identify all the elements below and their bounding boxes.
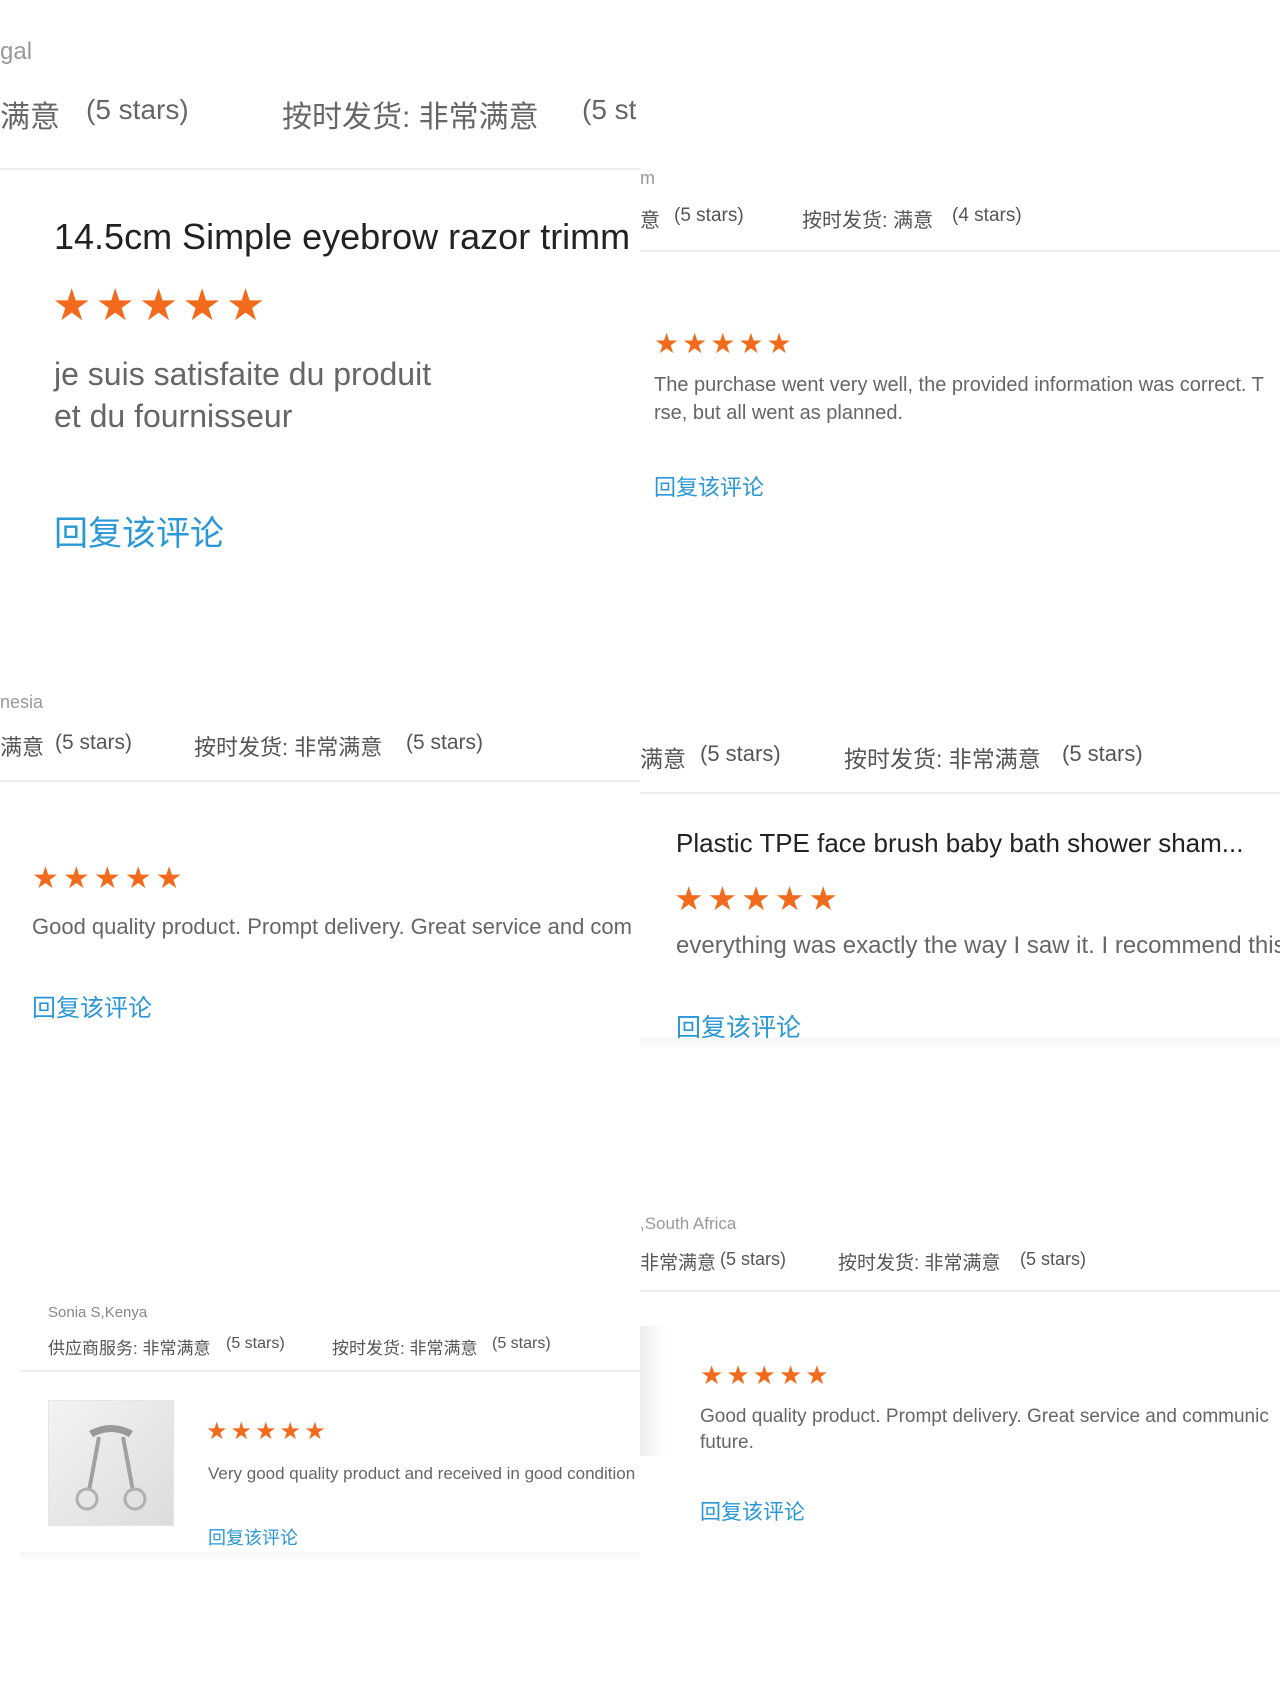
seller-service-rating: 满意 (0, 101, 60, 134)
shipping-rating: 按时发货: 非常满意 (844, 746, 1041, 772)
shipping-stars: (5 stars) (1020, 1249, 1087, 1269)
review-text-line-1: je suis satisfaite du produit (54, 356, 432, 392)
star-icon: ★ (682, 328, 708, 359)
star-rating: ★ ★ ★ ★ ★ (32, 864, 183, 894)
review-text-line-2: rse, but all went as planned. (654, 402, 904, 424)
seller-service-rating: 非常满意 (640, 1253, 717, 1274)
star-icon: ★ (62, 862, 90, 895)
panel-edge-shade (640, 1038, 1280, 1050)
star-rating: ★ ★ ★ ★ ★ (52, 284, 265, 328)
panel-edge-shade (20, 1552, 640, 1562)
review-text-line-1: Good quality product. Prompt delivery. G… (700, 1406, 1269, 1427)
review-text-line-1: Very good quality product and received i… (208, 1464, 636, 1483)
star-icon: ★ (155, 862, 183, 895)
shipping-stars: (5 stars) (1062, 741, 1143, 766)
star-icon: ★ (774, 880, 805, 917)
reviewer-country: gal (0, 38, 33, 65)
star-icon: ★ (808, 880, 838, 917)
review-panel-5: Sonia S,Kenya 供应商服务: 非常满意 (5 stars) 按时发货… (20, 1300, 640, 1580)
seller-service-stars: (5 stars) (720, 1249, 787, 1269)
reply-link[interactable]: 回复该评论 (54, 506, 224, 555)
seller-service-rating: 满意 (640, 746, 686, 772)
star-icon: ★ (95, 281, 135, 330)
seller-service-stars: (5 stars) (226, 1335, 285, 1352)
divider (0, 168, 640, 170)
eyelash-curler-icon (75, 1425, 147, 1511)
shipping-rating: 按时发货: 非常满意 (838, 1253, 1001, 1274)
star-rating: ★ ★ ★ ★ ★ (654, 330, 792, 358)
review-panel-3: nesia 满意 (5 stars) 按时发货: 非常满意 (5 stars) … (0, 680, 640, 1060)
shipping-stars: (5 st (582, 94, 637, 125)
star-rating: ★ ★ ★ ★ ★ (700, 1362, 829, 1388)
review-panel-6: ,South Africa 非常满意 (5 stars) 按时发货: 非常满意 … (640, 1210, 1280, 1530)
star-icon: ★ (225, 281, 266, 330)
star-icon: ★ (738, 328, 764, 359)
seller-service-stars: (5 stars) (86, 94, 189, 125)
image-edge-shade (640, 1326, 666, 1456)
review-text-line-1: Good quality product. Prompt delivery. G… (32, 914, 632, 939)
star-icon: ★ (710, 328, 736, 359)
star-icon: ★ (255, 1418, 277, 1445)
reply-link[interactable]: 回复该评论 (700, 1496, 805, 1526)
star-icon: ★ (206, 1418, 228, 1445)
star-icon: ★ (279, 1418, 302, 1445)
shipping-rating: 按时发货: 非常满意 (282, 101, 539, 134)
review-panel-4: 满意 (5 stars) 按时发货: 非常满意 (5 stars) Plasti… (640, 720, 1280, 1050)
reviewer-country: nesia (0, 692, 44, 712)
shipping-stars: (4 stars) (952, 205, 1022, 226)
divider (640, 1290, 1280, 1292)
star-icon: ★ (700, 1360, 724, 1390)
shipping-rating: 按时发货: 非常满意 (332, 1339, 478, 1358)
seller-service-stars: (5 stars) (674, 205, 744, 226)
star-icon: ★ (766, 328, 792, 359)
star-icon: ★ (230, 1418, 253, 1445)
star-icon: ★ (93, 862, 121, 895)
reviewer-country: ,South Africa (640, 1214, 737, 1233)
divider (0, 780, 640, 782)
star-icon: ★ (674, 880, 704, 917)
star-icon: ★ (726, 1360, 750, 1390)
reviewer-country: m (640, 168, 655, 188)
review-text-line-1: everything was exactly the way I saw it.… (676, 932, 1280, 959)
shipping-stars: (5 stars) (406, 731, 484, 754)
divider (640, 792, 1280, 794)
shipping-stars: (5 stars) (492, 1335, 551, 1352)
star-rating: ★ ★ ★ ★ ★ (674, 882, 838, 915)
review-collage: { "colors": { "star": "#f26b1d", "link":… (0, 0, 1280, 1707)
review-panel-1: gal 满意 (5 stars) 按时发货: 非常满意 (5 st 14.5cm… (0, 0, 640, 600)
seller-service-stars: (5 stars) (55, 731, 133, 754)
star-icon: ★ (654, 328, 680, 359)
star-icon: ★ (778, 1360, 803, 1390)
product-title[interactable]: 14.5cm Simple eyebrow razor trimm (54, 216, 630, 258)
seller-service-rating: 意 (640, 210, 660, 232)
review-text-line-2: future. (700, 1432, 754, 1453)
star-icon: ★ (805, 1360, 829, 1390)
star-icon: ★ (707, 880, 738, 917)
seller-service-rating: 供应商服务: 非常满意 (48, 1339, 211, 1358)
star-icon: ★ (304, 1418, 326, 1445)
product-title[interactable]: Plastic TPE face brush baby bath shower … (676, 828, 1243, 859)
reply-link[interactable]: 回复该评论 (208, 1524, 298, 1550)
reply-link[interactable]: 回复该评论 (32, 988, 152, 1023)
seller-service-rating: 满意 (0, 735, 45, 760)
shipping-rating: 按时发货: 非常满意 (194, 735, 383, 760)
star-icon: ★ (741, 880, 771, 917)
review-panel-2: m 意 (5 stars) 按时发货: 满意 (4 stars) ★ ★ ★ ★ ★ T… (640, 160, 1280, 600)
star-icon: ★ (138, 281, 179, 330)
star-icon: ★ (752, 1360, 776, 1390)
star-icon: ★ (52, 281, 92, 330)
star-icon: ★ (32, 862, 59, 895)
divider (20, 1370, 640, 1372)
review-text-line-2: et du fournisseur (54, 398, 293, 434)
product-thumbnail[interactable] (48, 1400, 174, 1526)
star-icon: ★ (124, 862, 152, 895)
seller-service-stars: (5 stars) (700, 741, 781, 766)
shipping-rating: 按时发货: 满意 (802, 210, 934, 232)
reply-link[interactable]: 回复该评论 (654, 470, 764, 502)
reviewer-name: Sonia S,Kenya (48, 1304, 148, 1321)
divider (640, 250, 1280, 252)
review-text-line-1: The purchase went very well, the provide… (654, 374, 1264, 396)
star-icon: ★ (182, 281, 222, 330)
star-rating: ★ ★ ★ ★ ★ (206, 1420, 326, 1444)
